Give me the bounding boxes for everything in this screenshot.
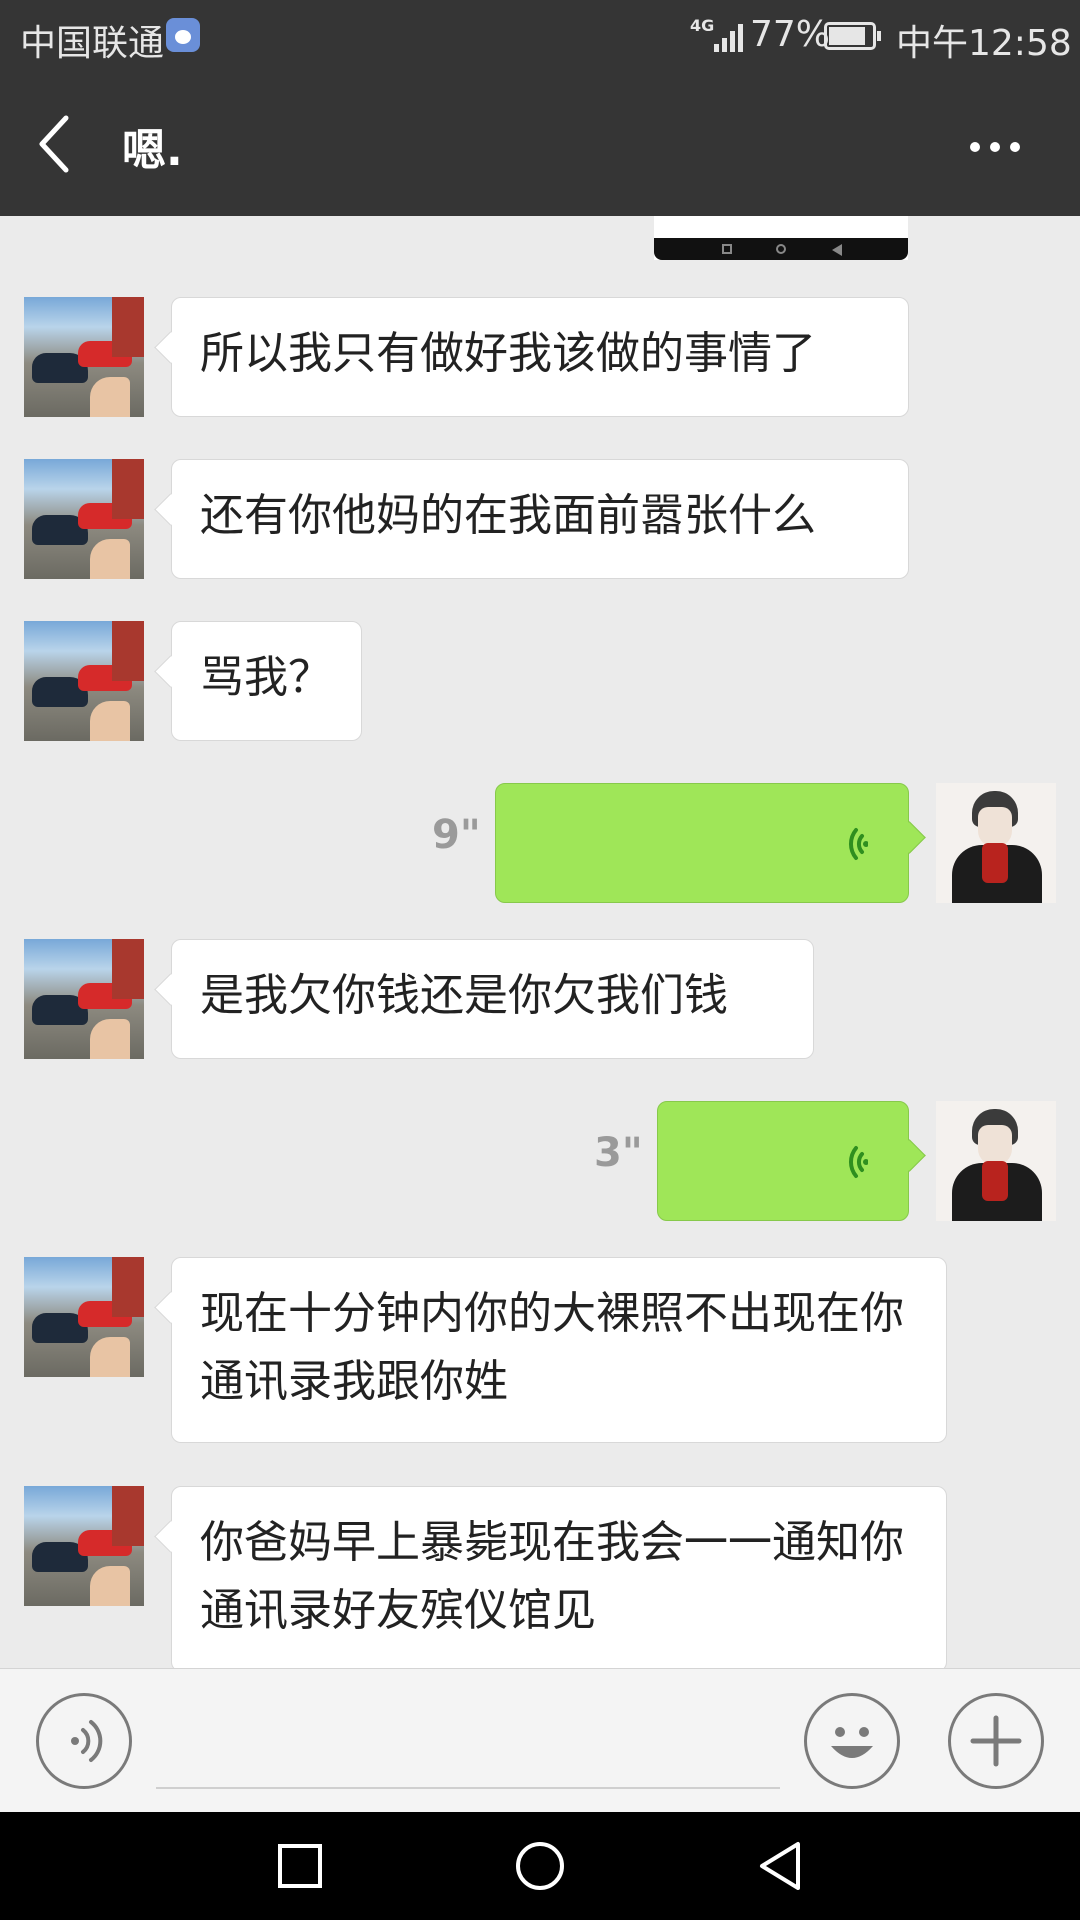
- voice-message-bubble[interactable]: [495, 783, 909, 903]
- voice-wave-icon: [848, 828, 868, 860]
- battery-icon: [824, 22, 881, 50]
- clock: 中午12:58: [896, 23, 1072, 64]
- voice-message-bubble[interactable]: [657, 1101, 909, 1221]
- contact-avatar[interactable]: [24, 1257, 144, 1377]
- message-bubble[interactable]: 现在十分钟内你的大裸照不出现在你通讯录我跟你姓: [171, 1257, 947, 1443]
- message-text: 所以我只有做好我该做的事情了: [200, 328, 816, 379]
- input-bar: [0, 1668, 1080, 1812]
- more-options-icon[interactable]: [960, 122, 1030, 168]
- message-bubble[interactable]: 所以我只有做好我该做的事情了: [171, 297, 909, 417]
- system-nav-bar: [0, 1812, 1080, 1920]
- message-text: 现在十分钟内你的大裸照不出现在你通讯录我跟你姓: [200, 1288, 904, 1407]
- carrier-name: 中国联通: [20, 23, 165, 64]
- message-text: 骂我？: [200, 652, 332, 703]
- status-bar: 中国联通 4G 77% 中午12:58: [0, 0, 1080, 72]
- chat-title: 嗯.: [122, 125, 183, 176]
- contact-avatar[interactable]: [24, 459, 144, 579]
- network-type: 4G: [690, 16, 715, 35]
- message-bubble[interactable]: 骂我？: [171, 621, 362, 741]
- my-avatar[interactable]: [936, 783, 1056, 903]
- previous-image-message[interactable]: [654, 216, 908, 260]
- back-nav-icon[interactable]: [754, 1840, 806, 1892]
- message-bubble[interactable]: 还有你他妈的在我面前嚣张什么: [171, 459, 909, 579]
- signal-icon: [714, 22, 744, 52]
- baidu-app-icon: [166, 18, 200, 52]
- battery-percent: 77%: [750, 14, 831, 55]
- contact-avatar[interactable]: [24, 297, 144, 417]
- message-text: 是我欠你钱还是你欠我们钱: [200, 970, 728, 1021]
- message-text: 你爸妈早上暴毙现在我会一一通知你通讯录好友殡仪馆见: [200, 1517, 904, 1636]
- message-input[interactable]: [156, 1787, 780, 1789]
- emoji-icon[interactable]: [804, 1693, 900, 1789]
- plus-icon[interactable]: [948, 1693, 1044, 1789]
- message-list[interactable]: 所以我只有做好我该做的事情了 还有你他妈的在我面前嚣张什么 骂我？ 9" 是我欠…: [0, 216, 1080, 1668]
- message-bubble[interactable]: 是我欠你钱还是你欠我们钱: [171, 939, 814, 1059]
- voice-wave-icon: [848, 1146, 868, 1178]
- message-bubble[interactable]: 你爸妈早上暴毙现在我会一一通知你通讯录好友殡仪馆见: [171, 1486, 947, 1668]
- contact-avatar[interactable]: [24, 1486, 144, 1606]
- chat-header: 嗯.: [0, 72, 1080, 216]
- recent-apps-icon[interactable]: [274, 1840, 326, 1892]
- voice-icon[interactable]: [36, 1693, 132, 1789]
- voice-duration: 9": [432, 812, 481, 858]
- contact-avatar[interactable]: [24, 621, 144, 741]
- voice-duration: 3": [594, 1130, 643, 1176]
- contact-avatar[interactable]: [24, 939, 144, 1059]
- my-avatar[interactable]: [936, 1101, 1056, 1221]
- back-icon[interactable]: [30, 108, 90, 180]
- message-text: 还有你他妈的在我面前嚣张什么: [200, 490, 816, 541]
- home-icon[interactable]: [514, 1840, 566, 1892]
